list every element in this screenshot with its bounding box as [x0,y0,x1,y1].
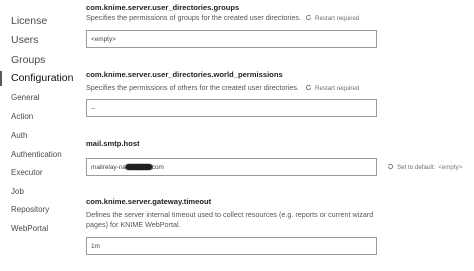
smtp-host-value-suffix: com [151,164,164,171]
setting-description: Specifies the permissions of others for … [86,83,466,93]
default-value: <empty> [438,164,463,171]
restart-required-note: Restart required [305,14,359,22]
restart-icon [305,14,312,21]
setting-title: com.knime.server.user_directories.world_… [86,70,283,79]
redaction-mark [125,164,152,170]
restart-required-note: Restart required [305,84,359,92]
smtp-host-value-prefix: mailrelay-na [91,164,126,171]
setting-description: Specifies the permissions of groups for … [86,13,466,23]
setting-description-text: Specifies the permissions of groups for … [86,13,301,22]
setting-description-text: Specifies the permissions of others for … [86,83,299,92]
set-default-icon [387,163,394,170]
settings-list: com.knime.server.user_directories.groups… [0,0,474,271]
set-default-label: Set to default: [397,164,436,171]
app-window: License Users Groups Configuration Gener… [0,0,474,271]
restart-required-label: Restart required [315,85,360,92]
set-to-default-button[interactable]: Set to default: <empty> [387,163,462,171]
restart-icon [305,84,312,91]
setting-title: com.knime.server.gateway.timeout [86,197,212,206]
setting-description-line: pages) for KNIME WebPortal. [86,220,181,229]
groups-permissions-input[interactable]: <empty> [86,30,377,48]
setting-title: com.knime.server.user_directories.groups [86,3,240,12]
setting-title: mail.smtp.host [86,139,140,148]
setting-description-line: Defines the server internal timeout used… [86,210,374,219]
smtp-host-input[interactable]: mailrelay-na com [86,158,377,176]
world-permissions-input[interactable]: -- [86,99,377,117]
restart-required-label: Restart required [315,15,360,22]
gateway-timeout-input[interactable]: 1m [86,237,377,255]
setting-description: Defines the server internal timeout used… [86,210,386,230]
